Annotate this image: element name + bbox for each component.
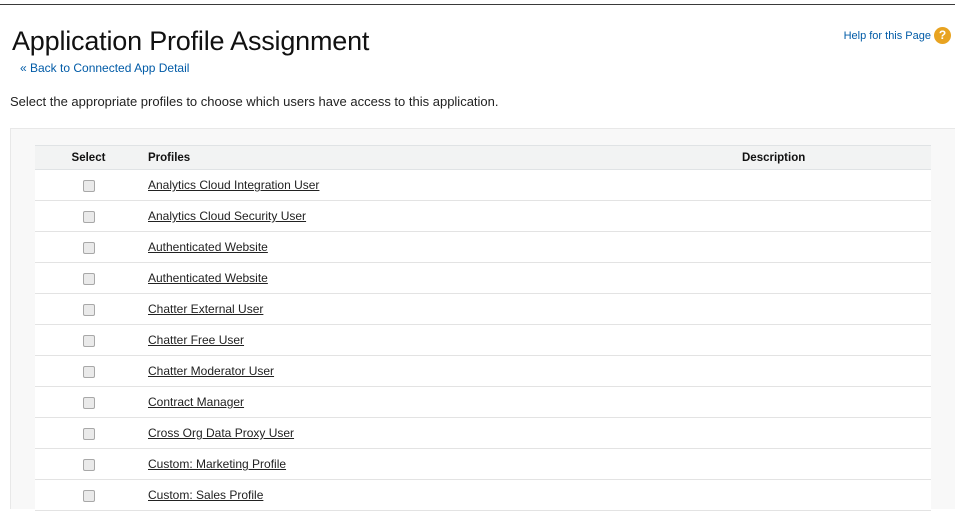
description-cell	[736, 479, 931, 511]
select-checkbox[interactable]	[82, 272, 95, 285]
select-checkbox[interactable]	[82, 458, 95, 471]
profile-link[interactable]: Chatter Free User	[148, 333, 244, 347]
select-checkbox[interactable]	[82, 179, 95, 192]
profile-link[interactable]: Custom: Sales Profile	[148, 488, 263, 502]
profile-link[interactable]: Cross Org Data Proxy User	[148, 426, 294, 440]
select-checkbox[interactable]	[82, 365, 95, 378]
profile-link[interactable]: Authenticated Website	[148, 240, 268, 254]
select-checkbox[interactable]	[82, 489, 95, 502]
description-cell	[736, 386, 931, 418]
description-cell	[736, 417, 931, 449]
description-cell	[736, 262, 931, 294]
select-checkbox[interactable]	[82, 210, 95, 223]
table-row: Analytics Cloud Integration User	[35, 169, 931, 201]
help-for-this-page-link[interactable]: Help for this Page	[844, 30, 931, 42]
profile-link[interactable]: Contract Manager	[148, 395, 244, 409]
instructions-text: Select the appropriate profiles to choos…	[10, 94, 499, 109]
select-checkbox[interactable]	[82, 241, 95, 254]
table-row: Cross Org Data Proxy User	[35, 417, 931, 449]
table-row: Authenticated Website	[35, 231, 931, 263]
table-row: Authenticated Website	[35, 262, 931, 294]
profile-link[interactable]: Authenticated Website	[148, 271, 268, 285]
page-title: Application Profile Assignment	[12, 26, 370, 56]
profile-link[interactable]: Chatter External User	[148, 302, 263, 316]
column-header-profiles: Profiles	[142, 145, 736, 170]
table-row: Custom: Marketing Profile	[35, 448, 931, 480]
profile-link[interactable]: Analytics Cloud Integration User	[148, 178, 319, 192]
description-cell	[736, 169, 931, 201]
table-row: Custom: Sales Profile	[35, 479, 931, 511]
description-cell	[736, 324, 931, 356]
back-to-connected-app-link[interactable]: « Back to Connected App Detail	[20, 61, 189, 75]
table-row: Chatter Free User	[35, 324, 931, 356]
table-row: Chatter External User	[35, 293, 931, 325]
table-header-row: Select Profiles Description	[35, 145, 931, 170]
profile-link[interactable]: Custom: Marketing Profile	[148, 457, 286, 471]
description-cell	[736, 200, 931, 232]
table-row: Analytics Cloud Security User	[35, 200, 931, 232]
column-header-select: Select	[35, 145, 142, 170]
select-checkbox[interactable]	[82, 427, 95, 440]
profile-link[interactable]: Chatter Moderator User	[148, 364, 274, 378]
profiles-table: Select Profiles Description Analytics Cl…	[35, 145, 931, 511]
table-row: Chatter Moderator User	[35, 355, 931, 387]
top-divider	[0, 4, 955, 5]
profile-link[interactable]: Analytics Cloud Security User	[148, 209, 306, 223]
description-cell	[736, 355, 931, 387]
table-row: Contract Manager	[35, 386, 931, 418]
help-icon[interactable]: ?	[934, 27, 951, 44]
select-checkbox[interactable]	[82, 334, 95, 347]
column-header-description: Description	[736, 145, 931, 170]
select-checkbox[interactable]	[82, 303, 95, 316]
description-cell	[736, 231, 931, 263]
select-checkbox[interactable]	[82, 396, 95, 409]
description-cell	[736, 448, 931, 480]
description-cell	[736, 293, 931, 325]
